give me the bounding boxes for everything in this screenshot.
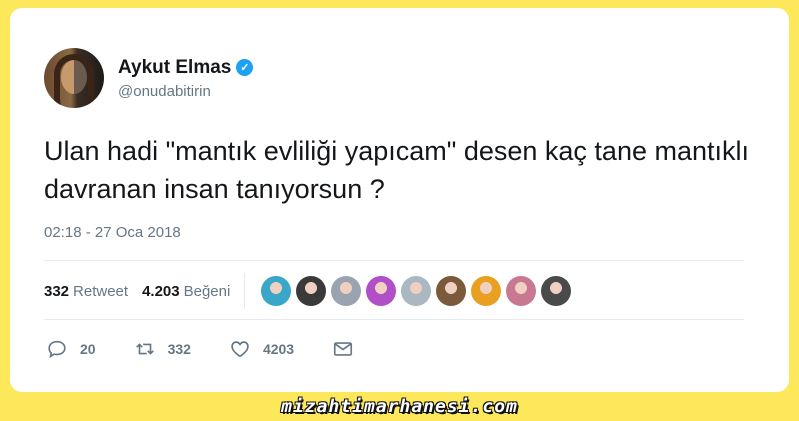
liker-avatars xyxy=(261,276,576,306)
heart-icon xyxy=(231,341,249,358)
tweet-header: Aykut Elmas ✓ @onudabitirin xyxy=(44,48,254,108)
user-handle[interactable]: @onudabitirin xyxy=(118,83,253,100)
likes-label[interactable]: Beğeni xyxy=(184,283,231,300)
likes-count[interactable]: 4.203 xyxy=(142,283,180,300)
reply-count: 20 xyxy=(80,341,96,357)
retweets-label[interactable]: Retweet xyxy=(73,283,128,300)
liker-avatar[interactable] xyxy=(506,276,537,306)
stats-separator xyxy=(244,273,246,309)
liker-avatar[interactable] xyxy=(261,276,292,306)
liker-avatar[interactable] xyxy=(296,276,327,306)
divider xyxy=(44,260,744,261)
liker-avatar[interactable] xyxy=(401,276,432,306)
tweet-text: Ulan hadi "mantık evliliği yapıcam" dese… xyxy=(44,136,750,204)
divider xyxy=(44,319,744,320)
liker-avatar[interactable] xyxy=(541,276,572,306)
user-names: Aykut Elmas ✓ @onudabitirin xyxy=(118,57,254,100)
liker-avatar[interactable] xyxy=(471,276,502,306)
reply-button[interactable]: 20 xyxy=(46,338,96,360)
avatar[interactable] xyxy=(44,48,104,108)
envelope-icon xyxy=(334,342,353,356)
tweet-card: Aykut Elmas ✓ @onudabitirin Ulan hadi "m… xyxy=(10,8,789,392)
liker-avatar[interactable] xyxy=(331,276,362,306)
liker-avatar[interactable] xyxy=(436,276,467,306)
display-name[interactable]: Aykut Elmas xyxy=(118,57,231,79)
tweet-actions: 20 332 4203 xyxy=(46,338,404,360)
direct-message-button[interactable] xyxy=(332,338,366,360)
verified-badge-icon: ✓ xyxy=(236,59,254,76)
tweet-timestamp[interactable]: 02:18 - 27 Oca 2018 xyxy=(44,224,181,241)
retweets-count[interactable]: 332 xyxy=(44,283,69,300)
reply-icon xyxy=(48,340,66,358)
tweet-stats: 332 Retweet 4.203 Beğeni xyxy=(44,273,576,309)
retweet-icon xyxy=(135,343,154,355)
retweet-count: 332 xyxy=(167,341,191,357)
retweet-button[interactable]: 332 xyxy=(134,338,191,360)
liker-avatar[interactable] xyxy=(366,276,397,306)
like-count: 4203 xyxy=(262,341,295,357)
watermark: mizahtimarhanesi.com xyxy=(281,396,518,417)
like-button[interactable]: 4203 xyxy=(229,338,294,360)
